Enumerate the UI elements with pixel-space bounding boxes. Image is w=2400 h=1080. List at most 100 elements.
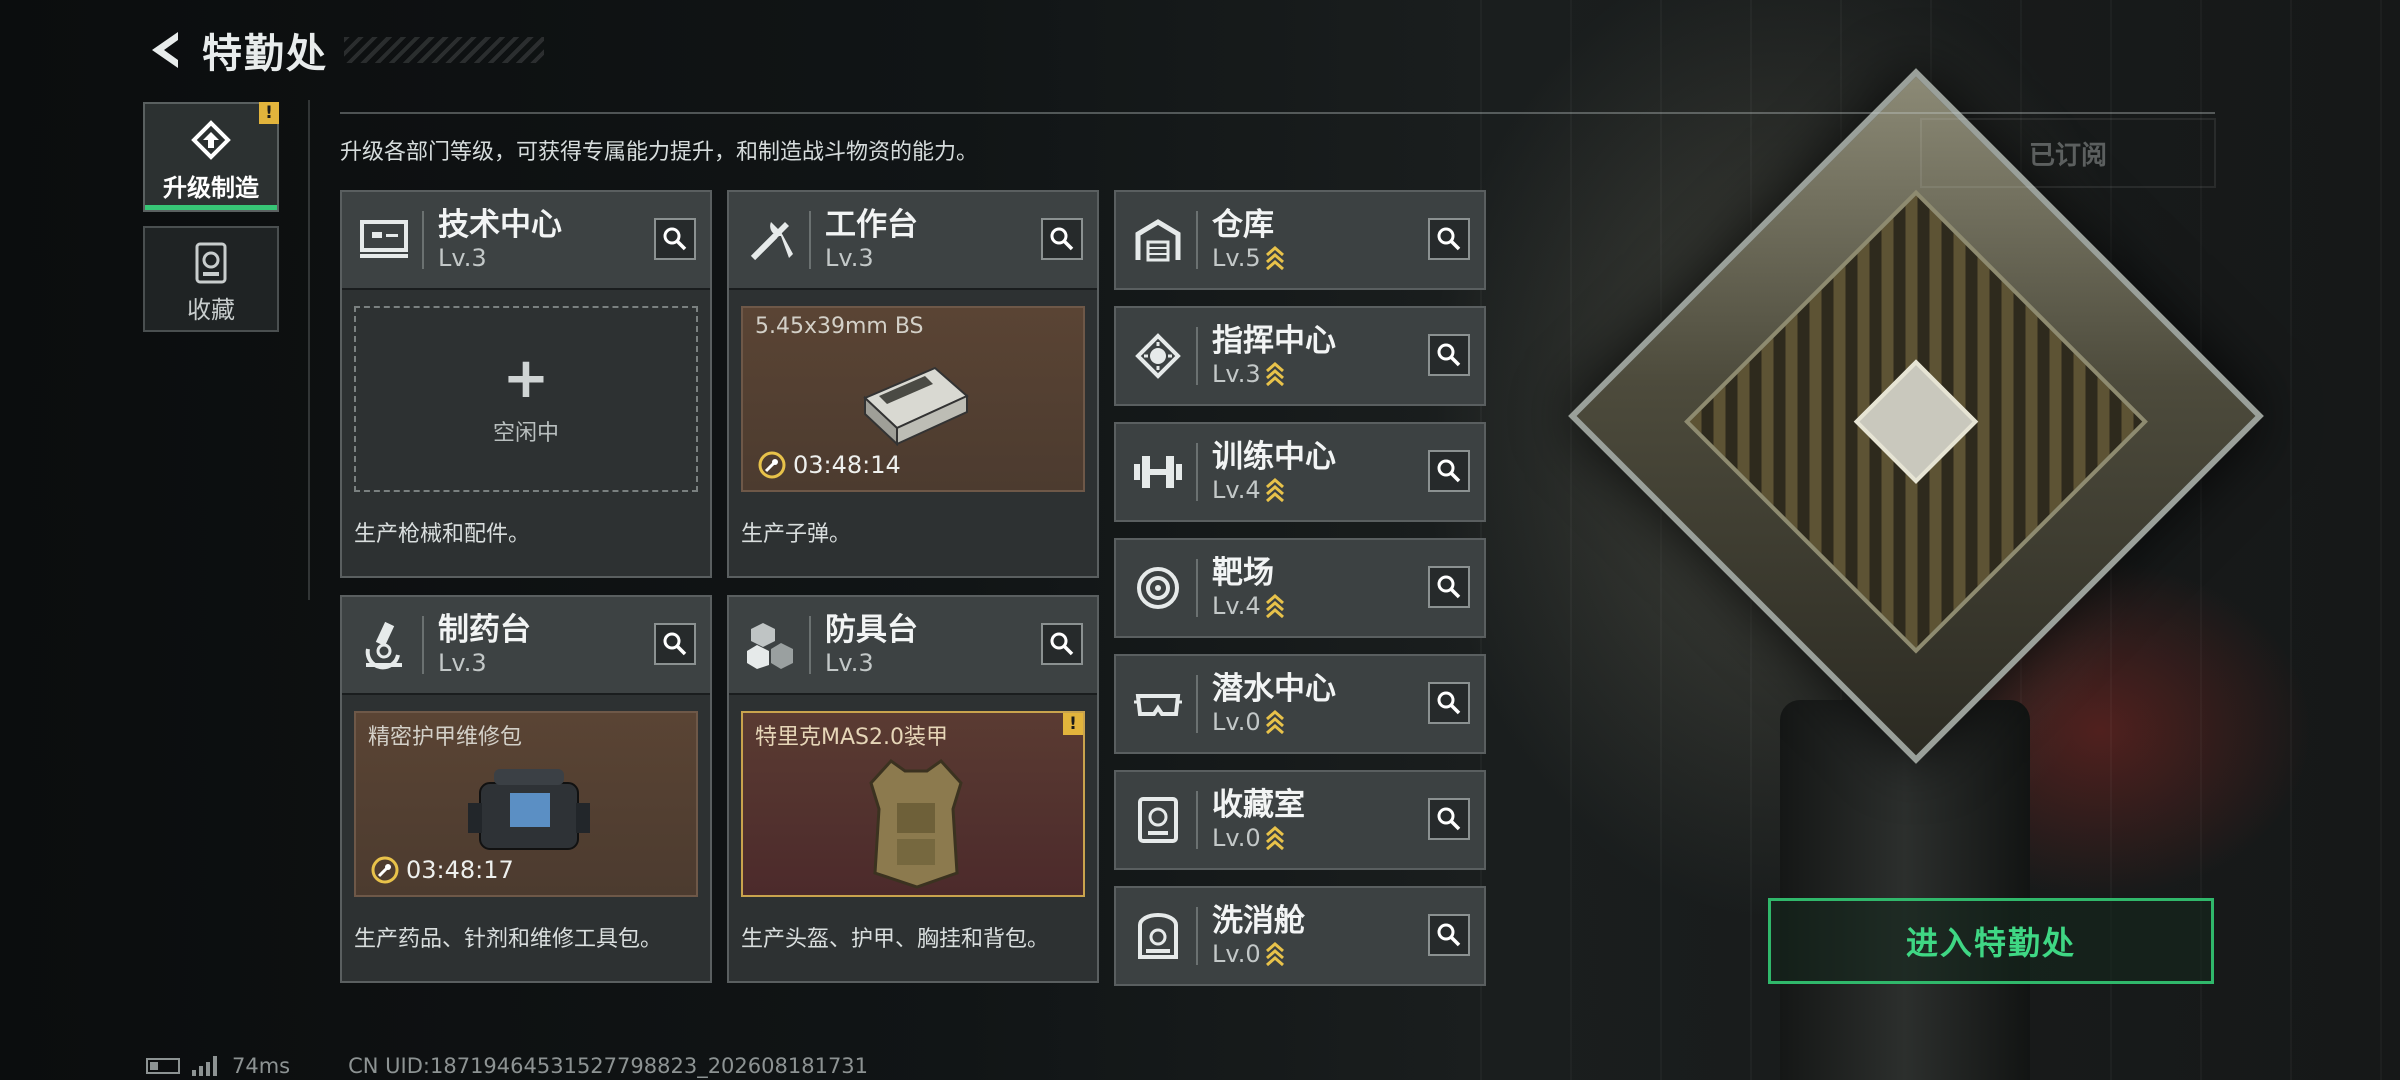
divider xyxy=(308,100,310,600)
building-row-collection-room[interactable]: 收藏室 Lv.0 xyxy=(1114,770,1486,870)
wrench-timer-icon xyxy=(758,451,786,479)
production-timer: 03:48:14 xyxy=(757,450,901,480)
cubes-icon xyxy=(739,613,803,677)
enter-hq-button[interactable]: 进入特勤处 xyxy=(1768,898,2214,984)
building-level: Lv.5 xyxy=(1212,244,1261,272)
building-name: 技术中心 xyxy=(438,207,562,243)
upgrade-available-icon xyxy=(1265,478,1284,503)
decon-pod-icon xyxy=(1126,904,1190,968)
building-row-diving-center[interactable]: 潜水中心 Lv.0 xyxy=(1114,654,1486,754)
warehouse-icon xyxy=(1126,208,1190,272)
chip-icon xyxy=(1126,324,1190,388)
item-name: 特里克MAS2.0装甲 xyxy=(755,725,948,750)
card-armor-bench[interactable]: 防具台 Lv.3 特里克MAS2.0装甲 ! 生产头盔、护甲、胸挂和背包。 xyxy=(727,595,1099,983)
search-button[interactable] xyxy=(1041,218,1083,260)
target-icon xyxy=(1126,556,1190,620)
plus-icon: + xyxy=(502,346,550,411)
signal-icon xyxy=(192,1056,220,1076)
card-description: 生产枪械和配件。 xyxy=(354,522,531,547)
ping-text: 74ms xyxy=(232,1054,291,1078)
page-header: 特勤处 xyxy=(146,24,544,77)
trophy-case-icon xyxy=(1126,788,1190,852)
building-level: Lv.0 xyxy=(1212,708,1261,736)
search-button[interactable] xyxy=(1428,566,1470,608)
building-name: 收藏室 xyxy=(1212,787,1305,823)
ammo-box-icon xyxy=(863,366,969,447)
item-name: 5.45x39mm BS xyxy=(755,314,924,339)
page-title: 特勤处 xyxy=(202,31,328,77)
card-header: 制药台 Lv.3 xyxy=(342,597,710,695)
search-icon xyxy=(663,227,687,251)
card-description: 生产子弹。 xyxy=(741,522,852,547)
subscribe-button[interactable]: 已订阅 xyxy=(1920,118,2216,188)
building-level: Lv.0 xyxy=(1212,940,1261,968)
search-icon xyxy=(1437,691,1461,715)
diving-mask-icon xyxy=(1126,672,1190,736)
search-button[interactable] xyxy=(1041,623,1083,665)
search-icon xyxy=(1437,227,1461,251)
wrench-timer-icon xyxy=(371,856,399,884)
search-icon xyxy=(663,632,687,656)
upgrade-available-icon xyxy=(1265,362,1284,387)
building-row-training-center[interactable]: 训练中心 Lv.4 xyxy=(1114,422,1486,522)
production-slot[interactable]: 5.45x39mm BS 03:48:14 xyxy=(741,306,1085,492)
card-header: 技术中心 Lv.3 xyxy=(342,192,710,290)
production-slot[interactable]: 精密护甲维修包 03:48:17 xyxy=(354,711,698,897)
timer-text: 03:48:17 xyxy=(406,856,514,884)
building-level: Lv.3 xyxy=(825,244,874,272)
card-header: 防具台 Lv.3 xyxy=(729,597,1097,695)
search-button[interactable] xyxy=(1428,218,1470,260)
card-description: 生产药品、针剂和维修工具包。 xyxy=(354,927,663,952)
search-icon xyxy=(1437,343,1461,367)
building-name: 指挥中心 xyxy=(1212,323,1336,359)
building-level: Lv.3 xyxy=(438,244,487,272)
title-decoration xyxy=(344,37,544,63)
item-name: 精密护甲维修包 xyxy=(368,725,523,750)
building-name: 训练中心 xyxy=(1212,439,1336,475)
building-level: Lv.3 xyxy=(438,649,487,677)
search-icon xyxy=(1437,459,1461,483)
tab-upgrade-craft[interactable]: 升级制造 ! xyxy=(143,102,279,212)
tab-collection[interactable]: 收藏 xyxy=(143,226,279,332)
upgrade-available-icon xyxy=(1265,826,1284,851)
building-row-decon-pod[interactable]: 洗消舱 Lv.0 xyxy=(1114,886,1486,986)
card-tech-center[interactable]: 技术中心 Lv.3 + 空闲中 生产枪械和配件。 xyxy=(340,190,712,578)
production-slot-ready[interactable]: 特里克MAS2.0装甲 ! xyxy=(741,711,1085,897)
upgrade-available-icon xyxy=(1265,942,1284,967)
microscope-icon xyxy=(352,613,416,677)
search-button[interactable] xyxy=(1428,450,1470,492)
building-level: Lv.4 xyxy=(1212,592,1261,620)
search-button[interactable] xyxy=(1428,914,1470,956)
building-level: Lv.3 xyxy=(1212,360,1261,388)
search-icon xyxy=(1437,575,1461,599)
building-name: 制药台 xyxy=(438,612,531,648)
building-row-shooting-range[interactable]: 靶场 Lv.4 xyxy=(1114,538,1486,638)
search-icon xyxy=(1050,227,1074,251)
battery-icon xyxy=(146,1058,180,1074)
card-pharmacy[interactable]: 制药台 Lv.3 精密护甲维修包 03:48:17 生产药品、针剂和维修工具包。 xyxy=(340,595,712,983)
body-armor-icon xyxy=(869,759,963,889)
collection-icon xyxy=(195,242,227,284)
card-description: 生产头盔、护甲、胸挂和背包。 xyxy=(741,927,1050,952)
slot-status: 空闲中 xyxy=(492,421,559,446)
building-row-command-center[interactable]: 指挥中心 Lv.3 xyxy=(1114,306,1486,406)
building-level: Lv.4 xyxy=(1212,476,1261,504)
back-arrow-icon[interactable] xyxy=(146,28,182,72)
search-icon xyxy=(1437,923,1461,947)
monitor-icon xyxy=(352,208,416,272)
search-icon xyxy=(1050,632,1074,656)
search-button[interactable] xyxy=(1428,334,1470,376)
warning-badge: ! xyxy=(1063,713,1083,735)
tab-label: 收藏 xyxy=(187,296,235,324)
building-name: 仓库 xyxy=(1212,207,1274,243)
search-button[interactable] xyxy=(654,218,696,260)
tools-icon xyxy=(739,208,803,272)
search-button[interactable] xyxy=(1428,682,1470,724)
uid-text: CN UID:18719464531527798823_202608181731 xyxy=(348,1054,869,1078)
search-button[interactable] xyxy=(654,623,696,665)
card-workbench[interactable]: 工作台 Lv.3 5.45x39mm BS 03:48:14 生产子弹。 xyxy=(727,190,1099,578)
production-slot-empty[interactable]: + 空闲中 xyxy=(354,306,698,492)
upgrade-craft-icon xyxy=(191,120,231,160)
search-button[interactable] xyxy=(1428,798,1470,840)
building-row-warehouse[interactable]: 仓库 Lv.5 xyxy=(1114,190,1486,290)
